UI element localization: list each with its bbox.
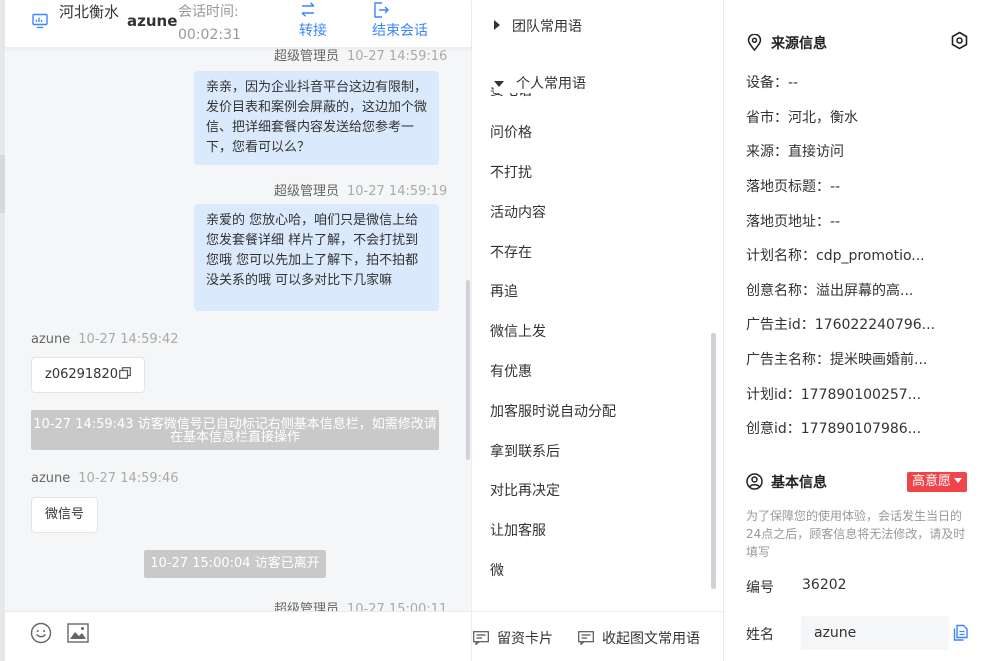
id-label: 编号 bbox=[746, 580, 774, 596]
visitor-message-text: z06291820 bbox=[45, 367, 118, 382]
phrase-item[interactable]: 不打扰 bbox=[490, 162, 532, 182]
caret-right-icon bbox=[494, 20, 500, 30]
transfer-icon bbox=[301, 2, 315, 17]
info-field-advertiser-name: 广告主名称：提米映画婚前... bbox=[746, 352, 928, 368]
phrase-item[interactable]: 问价格 bbox=[490, 122, 532, 142]
copy-icon[interactable] bbox=[119, 367, 131, 379]
message-meta: 超级管理员 10-27 14:59:19 bbox=[274, 184, 448, 199]
emoji-icon[interactable] bbox=[30, 622, 52, 644]
message-meta: azune 10-27 14:59:42 bbox=[31, 332, 179, 347]
chevron-down-icon bbox=[954, 478, 963, 483]
phrase-item[interactable]: 让加客服 bbox=[490, 520, 546, 540]
phrase-item[interactable]: 微信上发 bbox=[490, 321, 546, 341]
phrase-item[interactable]: 不存在 bbox=[490, 242, 532, 262]
agent-message: 亲亲，因为企业抖音平台这边有限制，发价目表和案例会屏蔽的，这边加个微信、把详细套… bbox=[194, 71, 439, 165]
agent-message: 亲爱的 您放心哈，咱们只是微信上给您发套餐详细 样片了解，不会打扰到您哦 您可以… bbox=[194, 204, 439, 311]
system-notice: 10-27 14:59:43 访客微信号已自动标记右侧基本信息栏，如需修改请在基… bbox=[31, 410, 439, 450]
name-input[interactable] bbox=[801, 616, 949, 650]
visitor-message: 微信号 bbox=[31, 497, 99, 533]
chat-input-toolbar bbox=[5, 611, 471, 661]
phrase-item[interactable]: 微 bbox=[490, 560, 504, 580]
message-meta: azune 10-27 14:59:46 bbox=[31, 471, 179, 486]
chat-message-list[interactable]: 超级管理员 10-27 14:59:16 亲亲，因为企业抖音平台这边有限制，发价目… bbox=[5, 48, 471, 611]
copy-icon[interactable] bbox=[952, 624, 969, 641]
monitor-icon bbox=[32, 13, 48, 29]
intent-level-badge[interactable]: 高意愿 bbox=[907, 472, 968, 492]
chat-workspace: 河北衡水 azune 会话时间: 00:02:31 转接 结束会话 超级管理员 1… bbox=[0, 0, 991, 661]
visitor-message: z06291820 bbox=[31, 357, 145, 393]
message-icon bbox=[473, 631, 489, 646]
source-info-title: 来源信息 bbox=[746, 33, 827, 53]
info-field-province: 省市：河北，衡水 bbox=[746, 110, 858, 126]
info-field-landing-title: 落地页标题：-- bbox=[746, 179, 841, 195]
visitor-info-panel: 来源信息 设备：-- 省市：河北，衡水 来源：直接访问 落地页标题：-- 落地页… bbox=[723, 0, 991, 661]
phrase-item[interactable]: 再追 bbox=[490, 281, 518, 301]
location-pin-icon bbox=[747, 33, 762, 52]
phrases-scrollbar[interactable] bbox=[711, 333, 716, 589]
lead-card-button[interactable]: 留资卡片 bbox=[473, 628, 553, 648]
message-meta: 超级管理员 10-27 14:59:16 bbox=[274, 49, 448, 64]
session-time: 会话时间: 00:02:31 bbox=[178, 1, 268, 47]
basic-info-title: 基本信息 bbox=[746, 472, 827, 492]
info-field-source: 来源：直接访问 bbox=[746, 144, 844, 160]
end-session-button[interactable]: 结束会话 bbox=[372, 1, 428, 40]
system-notice: 10-27 15:00:04 访客已离开 bbox=[144, 550, 326, 578]
image-icon[interactable] bbox=[67, 623, 89, 643]
common-phrases-panel: 团队常用语 要电话 个人常用语 问价格 不打扰 活动内容 不存在 再追 微信上发… bbox=[471, 0, 723, 611]
message-meta: 超级管理员 10-27 15:00:11 bbox=[274, 602, 448, 611]
phrase-item[interactable]: 加客服时说自动分配 bbox=[490, 401, 616, 421]
phrases-footer: 留资卡片 收起图文常用语 bbox=[471, 611, 723, 661]
transfer-button[interactable]: 转接 bbox=[299, 1, 327, 40]
collapse-phrases-button[interactable]: 收起图文常用语 bbox=[578, 628, 700, 648]
session-time-value: 00:02:31 bbox=[178, 27, 241, 43]
phrase-item[interactable]: 活动内容 bbox=[490, 202, 546, 222]
info-field-plan-id: 计划id：177890100257... bbox=[746, 387, 922, 403]
info-field-plan-name: 计划名称：cdp_promotio... bbox=[746, 248, 925, 264]
info-field-creative-id: 创意id：177890107986... bbox=[746, 421, 922, 437]
edit-deadline-notice: 为了保障您的使用体验，会话发生当日的24点之后，顾客信息将无法修改，请及时填写 bbox=[746, 509, 966, 559]
exit-icon bbox=[374, 2, 389, 18]
message-icon bbox=[578, 631, 594, 646]
chat-header: 河北衡水 azune 会话时间: 00:02:31 转接 结束会话 bbox=[5, 0, 471, 48]
caret-down-icon bbox=[494, 81, 504, 87]
visitor-name: azune bbox=[127, 12, 178, 30]
transfer-label: 转接 bbox=[299, 23, 327, 39]
name-label: 姓名 bbox=[746, 627, 774, 643]
phrase-item[interactable]: 拿到联系后 bbox=[490, 441, 560, 461]
personal-phrases-group[interactable]: 个人常用语 bbox=[494, 73, 694, 93]
phrase-item[interactable]: 对比再决定 bbox=[490, 480, 560, 500]
info-field-creative-name: 创意名称：溢出屏幕的高... bbox=[746, 283, 914, 299]
info-field-device: 设备：-- bbox=[746, 75, 799, 91]
chat-scrollbar[interactable] bbox=[466, 280, 470, 460]
phrase-item[interactable]: 有优惠 bbox=[490, 361, 532, 381]
session-time-label: 会话时间: bbox=[178, 4, 239, 20]
team-phrases-group[interactable]: 团队常用语 bbox=[494, 16, 582, 36]
info-field-advertiser-id: 广告主id：176022240796... bbox=[746, 317, 936, 333]
id-value: 36202 bbox=[802, 577, 847, 593]
info-field-landing-url: 落地页地址：-- bbox=[746, 214, 841, 230]
hexagon-gear-icon[interactable] bbox=[950, 31, 969, 50]
end-session-label: 结束会话 bbox=[372, 23, 428, 39]
visitor-location: 河北衡水 bbox=[59, 3, 120, 21]
user-circle-icon bbox=[746, 473, 763, 490]
